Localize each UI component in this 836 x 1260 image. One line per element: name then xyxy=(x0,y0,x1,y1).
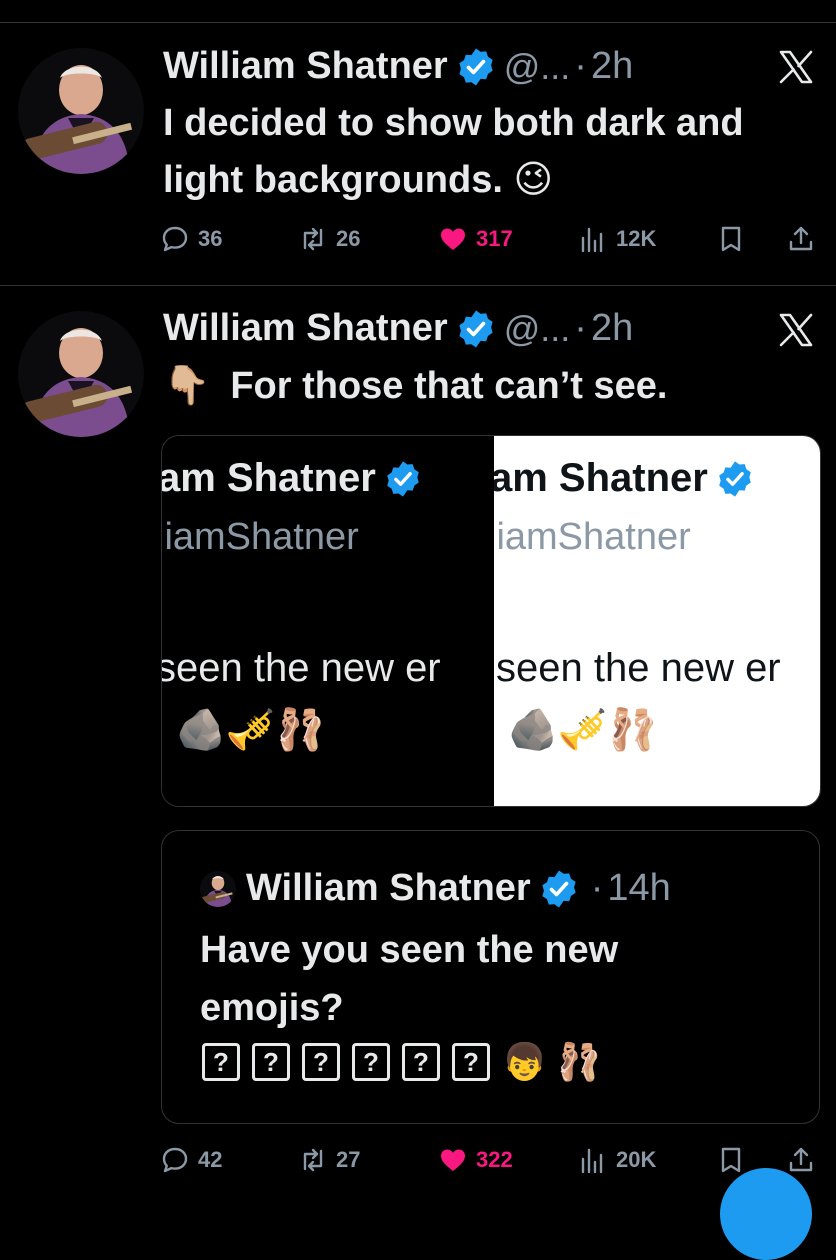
dark-theme-panel: am Shatner liamShatner seen the new er 🪨… xyxy=(162,436,494,806)
view-count: 20K xyxy=(616,1147,657,1172)
action-bar: 36 26 317 12K xyxy=(160,224,820,264)
author-handle[interactable]: @... xyxy=(504,46,571,88)
views-icon xyxy=(581,1148,603,1174)
retweet-icon xyxy=(303,1148,323,1172)
like-count: 317 xyxy=(476,226,513,251)
light-theme-panel: am Shatner liamShatner seen the new er 🪨… xyxy=(494,436,820,806)
author-name[interactable]: William Shatner xyxy=(163,45,448,88)
top-divider xyxy=(0,22,836,23)
bookmark-icon[interactable] xyxy=(716,1145,746,1175)
separator-dot: · xyxy=(574,307,587,349)
like-button[interactable]: 322 xyxy=(438,1145,513,1175)
panel-text: seen the new er xyxy=(162,646,441,690)
x-logo-icon[interactable] xyxy=(777,48,815,86)
retweet-button[interactable]: 27 xyxy=(298,1145,360,1175)
view-count: 12K xyxy=(616,226,657,251)
verified-badge-icon xyxy=(457,46,495,87)
quote-text-line: emojis? xyxy=(200,987,344,1029)
missing-glyph-box: ? xyxy=(352,1043,390,1081)
tweet-header: William Shatner @... · 2h xyxy=(163,307,633,350)
verified-badge-icon xyxy=(385,459,421,498)
author-handle[interactable]: @... xyxy=(504,308,571,350)
timestamp[interactable]: 2h xyxy=(591,307,633,350)
tweet-text: 👇🏼 For those that can’t see. xyxy=(163,358,667,415)
emoji: 👦 xyxy=(502,1041,547,1082)
panel-emojis: 🪨🎺🩰 xyxy=(508,708,658,752)
reply-count: 36 xyxy=(198,226,223,251)
separator-dot: · xyxy=(590,867,604,909)
share-icon[interactable] xyxy=(786,1145,816,1175)
panel-handle: liamShatner xyxy=(162,516,359,558)
reply-button[interactable]: 42 xyxy=(160,1145,222,1175)
reply-count: 42 xyxy=(198,1147,223,1172)
retweet-button[interactable]: 26 xyxy=(298,224,360,254)
retweet-icon xyxy=(303,227,323,251)
action-bar: 42 27 322 20K xyxy=(160,1145,820,1185)
panel-emojis: 🪨🎺🩰 xyxy=(176,708,326,752)
avatar xyxy=(200,870,236,907)
share-icon[interactable] xyxy=(786,224,816,254)
panel-handle: liamShatner xyxy=(494,516,691,558)
missing-glyph-box: ? xyxy=(402,1043,440,1081)
pointing-down-emoji: 👇🏼 xyxy=(163,365,211,407)
quote-text: Have you seen the new emojis? xyxy=(200,921,618,1037)
panel-name-text: am Shatner xyxy=(494,456,708,500)
reply-icon xyxy=(162,226,188,252)
heart-icon xyxy=(441,228,465,250)
media-image[interactable]: am Shatner liamShatner seen the new er 🪨… xyxy=(161,435,821,807)
quote-header: William Shatner · 14h xyxy=(200,867,671,910)
timestamp[interactable]: 2h xyxy=(591,45,633,88)
tweet-text-line: For those that can’t see. xyxy=(230,365,668,407)
missing-glyph-box: ? xyxy=(452,1043,490,1081)
verified-badge-icon xyxy=(717,459,753,498)
compose-button[interactable] xyxy=(720,1168,812,1260)
separator-dot: · xyxy=(574,45,587,87)
avatar[interactable] xyxy=(18,311,144,437)
quote-author-name: William Shatner xyxy=(246,867,531,909)
avatar[interactable] xyxy=(18,48,144,174)
views-button[interactable]: 12K xyxy=(578,224,656,254)
views-icon xyxy=(581,227,603,253)
panel-name: am Shatner xyxy=(162,456,422,501)
views-button[interactable]: 20K xyxy=(578,1145,656,1175)
heart-icon xyxy=(441,1149,465,1171)
verified-badge-icon xyxy=(457,308,495,349)
panel-name-text: am Shatner xyxy=(162,456,376,500)
quote-timestamp: 14h xyxy=(607,867,671,909)
bookmark-icon[interactable] xyxy=(716,224,746,254)
quote-emoji-row: ?????? 👦 🩰 xyxy=(202,1041,612,1083)
missing-glyph-box: ? xyxy=(302,1043,340,1081)
quote-text-line: Have you seen the new xyxy=(200,929,619,971)
like-button[interactable]: 317 xyxy=(438,224,513,254)
reply-button[interactable]: 36 xyxy=(160,224,222,254)
x-logo-icon[interactable] xyxy=(777,311,815,349)
like-count: 322 xyxy=(476,1147,513,1172)
panel-text: seen the new er xyxy=(496,646,781,690)
reply-icon xyxy=(162,1147,188,1173)
tweet-divider xyxy=(0,285,836,286)
tweet-text: I decided to show both dark and light ba… xyxy=(163,95,744,209)
quoted-tweet[interactable]: William Shatner · 14h Have you seen the … xyxy=(161,830,820,1124)
panel-name: am Shatner xyxy=(494,456,754,501)
retweet-count: 27 xyxy=(336,1147,361,1172)
missing-glyph-box: ? xyxy=(252,1043,290,1081)
author-name[interactable]: William Shatner xyxy=(163,307,448,350)
missing-glyph-box: ? xyxy=(202,1043,240,1081)
retweet-count: 26 xyxy=(336,226,361,251)
verified-badge-icon xyxy=(540,868,578,909)
emoji: 🩰 xyxy=(556,1041,602,1082)
tweet-text-line: light backgrounds. 😉 xyxy=(163,159,554,201)
tweet-text-line: I decided to show both dark and xyxy=(163,102,744,144)
tweet-header: William Shatner @... · 2h xyxy=(163,45,633,88)
